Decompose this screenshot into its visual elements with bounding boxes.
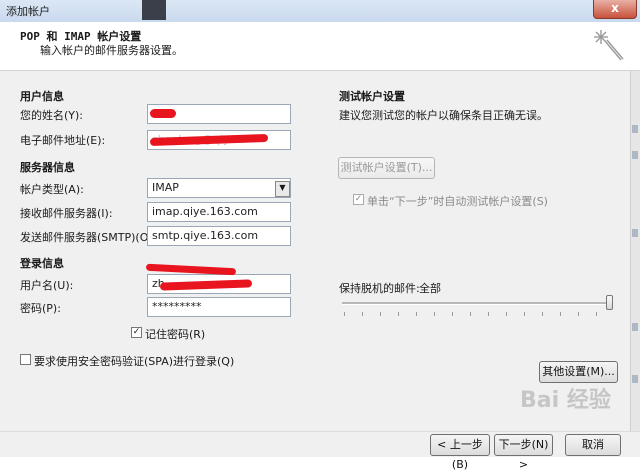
wizard-sparkle-icon xyxy=(594,30,624,61)
auto-test-label: 单击“下一步”时自动测试帐户设置(S) xyxy=(367,195,548,208)
slider-tick xyxy=(542,312,543,316)
slider-tick xyxy=(560,312,561,316)
test-description: 建议您测试您的帐户以确保条目正确无误。 xyxy=(339,109,548,122)
slider-tick xyxy=(596,312,597,316)
slider-tick xyxy=(506,312,507,316)
password-label: 密码(P): xyxy=(20,302,61,315)
slider-tick xyxy=(398,312,399,316)
slider-tick xyxy=(434,312,435,316)
account-type-select[interactable]: IMAP xyxy=(147,178,291,198)
test-account-button[interactable]: 测试帐户设置(T)... xyxy=(338,157,435,179)
outgoing-server-value: smtp.qiye.163.com xyxy=(152,229,259,242)
section-user-info: 用户信息 xyxy=(20,90,64,103)
slider-tick xyxy=(344,312,345,316)
background-window-icon xyxy=(142,0,166,20)
slider-tick xyxy=(578,312,579,316)
password-value: ********* xyxy=(152,300,202,313)
cancel-button[interactable]: 取消 xyxy=(565,434,621,456)
next-button[interactable]: 下一步(N) > xyxy=(494,434,553,471)
outgoing-server-label: 发送邮件服务器(SMTP)(O): xyxy=(20,231,157,244)
offline-mail-value: 全部 xyxy=(419,282,441,295)
auto-test-checkbox[interactable]: ✓ xyxy=(353,194,364,205)
strip-mark xyxy=(632,125,638,133)
slider-tick xyxy=(470,312,471,316)
strip-mark xyxy=(632,229,638,237)
slider-tick xyxy=(488,312,489,316)
username-label: 用户名(U): xyxy=(20,279,74,292)
remember-password-checkbox[interactable]: ✓ xyxy=(131,327,142,338)
slider-tick xyxy=(452,312,453,316)
strip-mark xyxy=(632,375,638,383)
remember-password-label: 记住密码(R) xyxy=(145,328,206,341)
name-label: 您的姓名(Y): xyxy=(20,109,84,122)
email-label: 电子邮件地址(E): xyxy=(20,134,106,147)
incoming-server-value: imap.qiye.163.com xyxy=(152,205,258,218)
strip-mark xyxy=(632,323,638,331)
slider-tick xyxy=(380,312,381,316)
spa-label: 要求使用安全密码验证(SPA)进行登录(Q) xyxy=(34,355,235,368)
page-subtitle: 输入帐户的邮件服务器设置。 xyxy=(40,44,183,57)
offline-mail-label: 保持脱机的邮件: xyxy=(339,282,420,295)
account-type-label: 帐户类型(A): xyxy=(20,183,84,196)
section-login-info: 登录信息 xyxy=(20,257,64,270)
account-type-value: IMAP xyxy=(152,181,179,194)
baidu-watermark: Bai 经验 xyxy=(520,388,611,413)
section-test-settings: 测试帐户设置 xyxy=(339,90,405,103)
slider-tick xyxy=(524,312,525,316)
spa-checkbox[interactable] xyxy=(20,354,31,365)
incoming-server-label: 接收邮件服务器(I): xyxy=(20,207,113,220)
close-button[interactable]: x xyxy=(593,0,637,19)
more-settings-button[interactable]: 其他设置(M)... xyxy=(539,361,618,383)
password-field[interactable]: ********* xyxy=(147,297,291,317)
offline-slider-track[interactable] xyxy=(342,302,612,305)
dropdown-arrow-icon[interactable]: ▼ xyxy=(275,181,290,197)
window-title: 添加帐户 xyxy=(6,5,50,18)
back-button[interactable]: < 上一步(B) xyxy=(430,434,490,471)
slider-tick xyxy=(416,312,417,316)
slider-tick xyxy=(362,312,363,316)
redaction-mark xyxy=(150,109,176,118)
outgoing-server-field[interactable]: smtp.qiye.163.com xyxy=(147,226,291,246)
title-bar xyxy=(0,0,640,23)
offline-slider-thumb[interactable] xyxy=(606,295,613,310)
incoming-server-field[interactable]: imap.qiye.163.com xyxy=(147,202,291,222)
strip-mark xyxy=(632,151,638,159)
section-server-info: 服务器信息 xyxy=(20,161,75,174)
